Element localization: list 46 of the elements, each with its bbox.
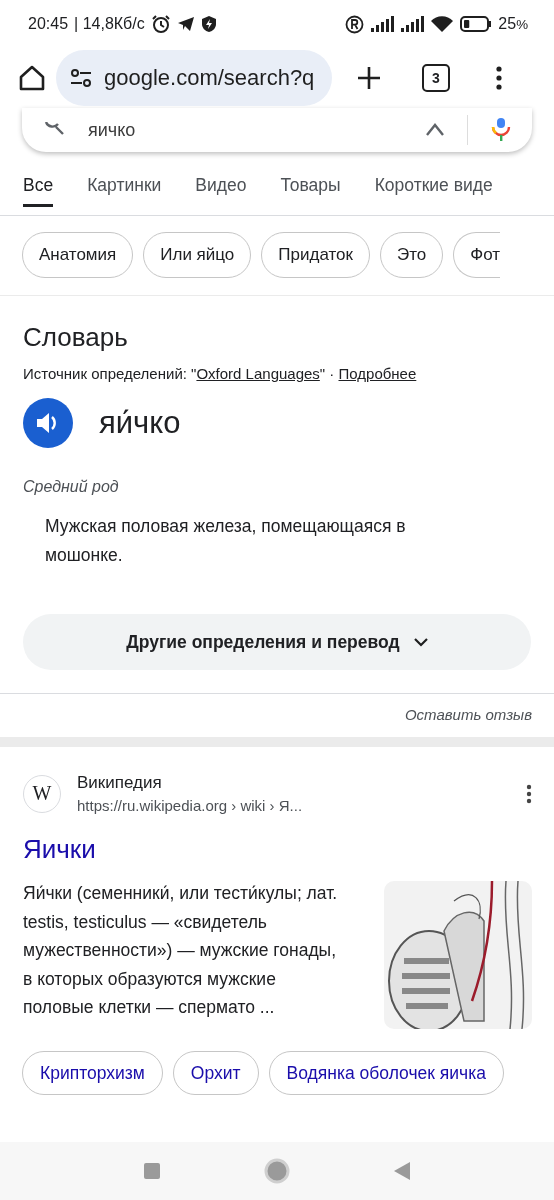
speaker-button[interactable] xyxy=(23,398,73,448)
signal-icon xyxy=(370,16,395,32)
word-gender: Средний род xyxy=(23,478,120,496)
address-bar[interactable]: google.com/search?q xyxy=(56,50,332,106)
section-title: Словарь xyxy=(23,322,129,353)
plus-icon[interactable] xyxy=(356,65,382,91)
search-tab[interactable]: Короткие виде xyxy=(374,162,493,215)
search-tab[interactable]: Товары xyxy=(280,162,341,215)
result-title[interactable]: Яички xyxy=(23,834,96,865)
feedback-link[interactable]: Оставить отзыв xyxy=(404,706,532,723)
result-url: https://ru.wikipedia.org › wiki › Я... xyxy=(77,797,304,814)
tune-icon[interactable] xyxy=(70,68,92,88)
alarm-icon xyxy=(150,14,171,34)
home-icon[interactable] xyxy=(18,64,46,92)
registered-icon xyxy=(345,14,365,34)
source-line: Источник определений: "Oxford Languages" · Подробнее xyxy=(23,365,418,382)
circle-icon[interactable] xyxy=(264,1158,290,1184)
site-favicon: W xyxy=(23,774,61,813)
network-speed: | 14,8Кб/с xyxy=(74,15,145,33)
more-icon[interactable] xyxy=(526,783,532,804)
more-link[interactable]: Подробнее xyxy=(338,365,417,382)
result-snippet: Яи́чки (семенники́, или тести́кулы; лат. testis, testiculus — «свидетель мужественности») — мужские гонады, в которых образуются мужские половые клетки — спермато ... xyxy=(23,882,339,1019)
related-search-chip[interactable]: Водянка оболочек яичка xyxy=(268,1051,504,1095)
paper-plane-icon xyxy=(176,16,195,32)
battery-percent: 25% xyxy=(498,15,528,33)
word-definition: Мужская половая железа, помещающаяся в мошонке. xyxy=(45,515,407,567)
dictionary-word: яи́чко xyxy=(99,405,181,441)
chevron-down-icon[interactable] xyxy=(413,637,428,647)
search-tab[interactable]: Все xyxy=(23,162,54,207)
back-icon[interactable] xyxy=(394,1162,410,1180)
related-search-chip[interactable]: Крипторхизм xyxy=(22,1051,163,1095)
search-tab[interactable]: Видео xyxy=(195,162,247,215)
related-search-chip[interactable]: Орхит xyxy=(172,1051,259,1095)
shield-icon xyxy=(200,15,217,33)
source-link[interactable]: Oxford Languages xyxy=(196,365,320,382)
menu-icon[interactable] xyxy=(496,66,502,90)
more-definitions-button[interactable]: Другие определения и перевод xyxy=(23,614,531,670)
signal-icon xyxy=(400,16,425,32)
battery-icon xyxy=(460,16,493,32)
site-name: Википедия xyxy=(77,773,163,793)
tab-count[interactable]: 3 xyxy=(422,64,450,92)
search-field[interactable]: яичко xyxy=(22,108,532,152)
search-tab[interactable]: Картинки xyxy=(87,162,162,215)
microphone-icon[interactable] xyxy=(490,118,512,142)
clock-time: 20:45 xyxy=(28,15,69,33)
wifi-icon xyxy=(430,15,455,33)
